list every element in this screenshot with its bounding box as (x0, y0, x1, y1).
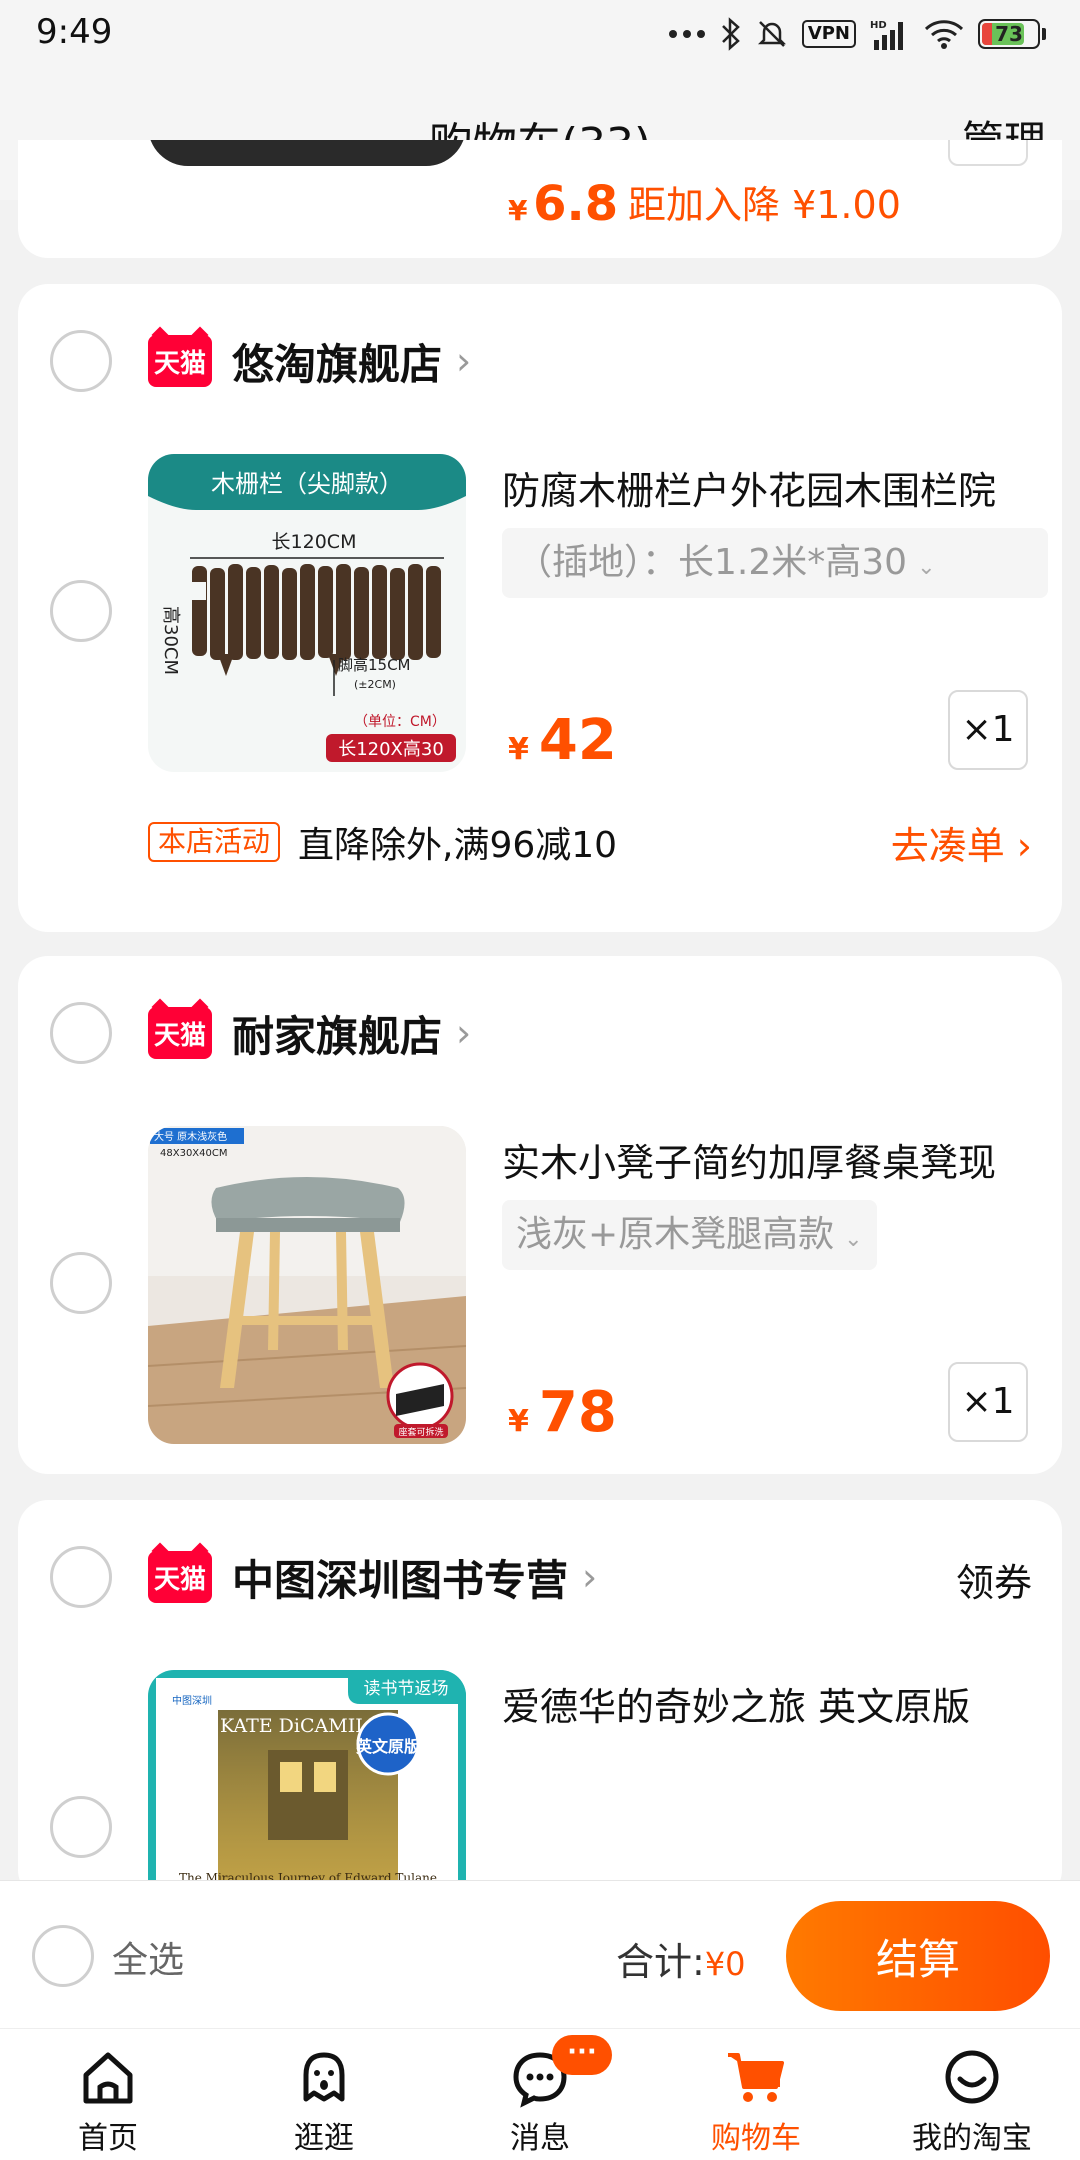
shop-select-radio[interactable] (50, 330, 112, 392)
total-amount: ¥0 (704, 1945, 746, 1983)
signal-icon: HD (870, 20, 903, 50)
tmall-logo-icon: 天猫 (148, 335, 212, 387)
checkout-button[interactable]: 结算 (786, 1901, 1050, 2011)
svg-text:脚高15CM: 脚高15CM (338, 656, 411, 674)
activity-text: 直降除外,满96减10 (298, 825, 618, 866)
shop-select-radio[interactable] (50, 1546, 112, 1608)
tab-label: 购物车 (711, 2121, 801, 2156)
svg-text:英文原版: 英文原版 (355, 1737, 420, 1756)
browse-icon (303, 2052, 345, 2102)
product-title[interactable]: 爱德华的奇妙之旅 英文原版 (502, 1676, 1042, 1731)
chevron-right-icon: › (456, 339, 472, 383)
product-title[interactable]: 防腐木栅栏户外花园木围栏院 (502, 460, 1042, 515)
item-select-radio[interactable] (50, 580, 112, 642)
activity-badge: 本店活动 (148, 822, 281, 862)
tab-browse[interactable]: 逛逛 (216, 2029, 432, 2160)
home-icon (83, 2052, 133, 2104)
svg-text:大号 原木浅灰色: 大号 原木浅灰色 (154, 1130, 227, 1143)
tab-profile[interactable]: 我的淘宝 (864, 2029, 1080, 2160)
variant-label: 浅灰+原木凳腿高款 (516, 1214, 835, 1255)
product-price: ¥42 (508, 708, 617, 773)
tab-label: 我的淘宝 (912, 2121, 1032, 2156)
message-badge: ··· (552, 2035, 612, 2075)
item-select-radio[interactable] (50, 1252, 112, 1314)
status-time: 9:49 (36, 12, 113, 52)
shop-select-radio[interactable] (50, 1002, 112, 1064)
variant-label: （插地）：长1.2米*高30 (516, 542, 908, 583)
book-product-picture: 中图深圳 读书节返场 KATE DiCAMILLO The Miraculous… (148, 1670, 466, 1900)
svg-text:HD: HD (870, 20, 887, 31)
tmall-logo-icon: 天猫 (148, 1551, 212, 1603)
tab-label: 消息 (510, 2121, 570, 2156)
variant-selector[interactable]: 浅灰+原木凳腿高款 ⌄ (502, 1200, 877, 1270)
product-price: ¥78 (508, 1380, 617, 1445)
chevron-down-icon: ⌄ (917, 555, 936, 580)
variant-selector[interactable]: （插地）：长1.2米*高30 ⌄ (502, 528, 1048, 598)
product-image[interactable]: 木栅栏（尖脚款） 长120CM 高30CM 脚高15CM (±2CM) （单位：… (148, 454, 466, 772)
product-title[interactable]: 实木小凳子简约加厚餐桌凳现 (502, 1132, 1042, 1187)
quantity-box[interactable]: ×1 (948, 690, 1028, 770)
mute-bell-icon (757, 21, 786, 47)
stool-product-picture: 大号 原木浅灰色 48X30X40CM 座套可拆洗 (148, 1126, 466, 1444)
tab-cart[interactable]: 购物车 (648, 2029, 864, 2160)
product-image[interactable]: 大号 原木浅灰色 48X30X40CM 座套可拆洗 (148, 1126, 466, 1444)
vpn-indicator: VPN (801, 20, 856, 48)
bluetooth-icon (721, 17, 740, 51)
checkout-bar: 全选 合计:¥0 结算 (0, 1880, 1080, 2028)
shop-header[interactable]: 天猫 中图深圳图书专营 › (148, 1545, 597, 1609)
add-more-link[interactable]: 去凑单 › (891, 815, 1032, 870)
battery-icon: 73 (978, 19, 1040, 49)
quantity-box[interactable]: ×1 (948, 1362, 1028, 1442)
shop-name[interactable]: 悠淘旗舰店 (232, 331, 442, 392)
shop-name[interactable]: 中图深圳图书专营 (232, 1547, 568, 1608)
svg-text:(±2CM): (±2CM) (354, 678, 396, 691)
select-all-radio[interactable] (32, 1925, 94, 1987)
previous-cart-item: ¥ 6.8 距加入降 ¥1.00 (18, 140, 1062, 258)
more-dots-icon (668, 30, 705, 38)
svg-text:座套可拆洗: 座套可拆洗 (398, 1426, 443, 1438)
svg-text:木栅栏（尖脚款）: 木栅栏（尖脚款） (211, 470, 403, 498)
svg-text:中图深圳: 中图深圳 (172, 1694, 212, 1707)
battery-nub (1042, 28, 1046, 40)
wifi-icon (924, 20, 964, 49)
shop-card: 天猫 中图深圳图书专营 › 领券 中图深圳 读书节返场 KATE DiCAMIL… (18, 1500, 1062, 1900)
select-all-label[interactable]: 全选 (112, 1931, 184, 1983)
total-label: 合计: (616, 1940, 705, 1984)
shop-header[interactable]: 天猫 悠淘旗舰店 › (148, 329, 471, 393)
status-icons: VPN HD 73 (668, 12, 1046, 56)
tab-home[interactable]: 首页 (0, 2029, 216, 2160)
chevron-right-icon: › (456, 1011, 472, 1055)
previous-product-image[interactable] (148, 140, 466, 166)
svg-text:48X30X40CM: 48X30X40CM (160, 1148, 228, 1159)
tab-messages[interactable]: 消息 ··· (432, 2029, 648, 2160)
svg-text:高30CM: 高30CM (160, 606, 181, 675)
bottom-tab-bar: 首页 逛逛 消息 ··· 购物车 我的淘宝 (0, 2028, 1080, 2160)
shop-header[interactable]: 天猫 耐家旗舰店 › (148, 1001, 471, 1065)
chevron-down-icon: ⌄ (844, 1227, 863, 1252)
tmall-logo-icon: 天猫 (148, 1007, 212, 1059)
chevron-right-icon: › (582, 1555, 598, 1599)
product-image[interactable]: 中图深圳 读书节返场 KATE DiCAMILLO The Miraculous… (148, 1670, 466, 1900)
status-bar: 9:49 VPN HD 73 (0, 0, 1080, 68)
tab-label: 首页 (78, 2121, 138, 2156)
item-select-radio[interactable] (50, 1796, 112, 1858)
shop-name[interactable]: 耐家旗舰店 (232, 1003, 442, 1064)
shop-activity-row: 本店活动 直降除外,满96减10 去凑单 › (148, 812, 1032, 872)
shop-card: 天猫 耐家旗舰店 › 大号 原木浅灰色 48X30X40CM 座套可拆洗 实木小… (18, 956, 1062, 1474)
previous-product-price: ¥ 6.8 (508, 176, 619, 232)
fence-product-picture: 木栅栏（尖脚款） 长120CM 高30CM 脚高15CM (±2CM) （单位：… (148, 454, 466, 772)
svg-text:读书节返场: 读书节返场 (364, 1679, 449, 1699)
svg-text:（单位：CM）: （单位：CM） (354, 714, 446, 730)
shop-card: 天猫 悠淘旗舰店 › 木栅栏（尖脚款） 长120CM 高30CM 脚高15CM … (18, 284, 1062, 932)
get-coupon-link[interactable]: 领券 (956, 1552, 1032, 1607)
profile-icon (945, 2050, 999, 2104)
svg-text:长120X高30: 长120X高30 (338, 739, 444, 760)
total-display: 合计:¥0 (616, 1931, 746, 1986)
cart-icon (728, 2053, 784, 2102)
price-drop-note: 距加入降 ¥1.00 (628, 183, 901, 227)
quantity-box[interactable] (948, 140, 1028, 166)
tab-label: 逛逛 (294, 2121, 354, 2156)
svg-text:长120CM: 长120CM (272, 531, 357, 553)
battery-level: 73 (995, 22, 1023, 46)
